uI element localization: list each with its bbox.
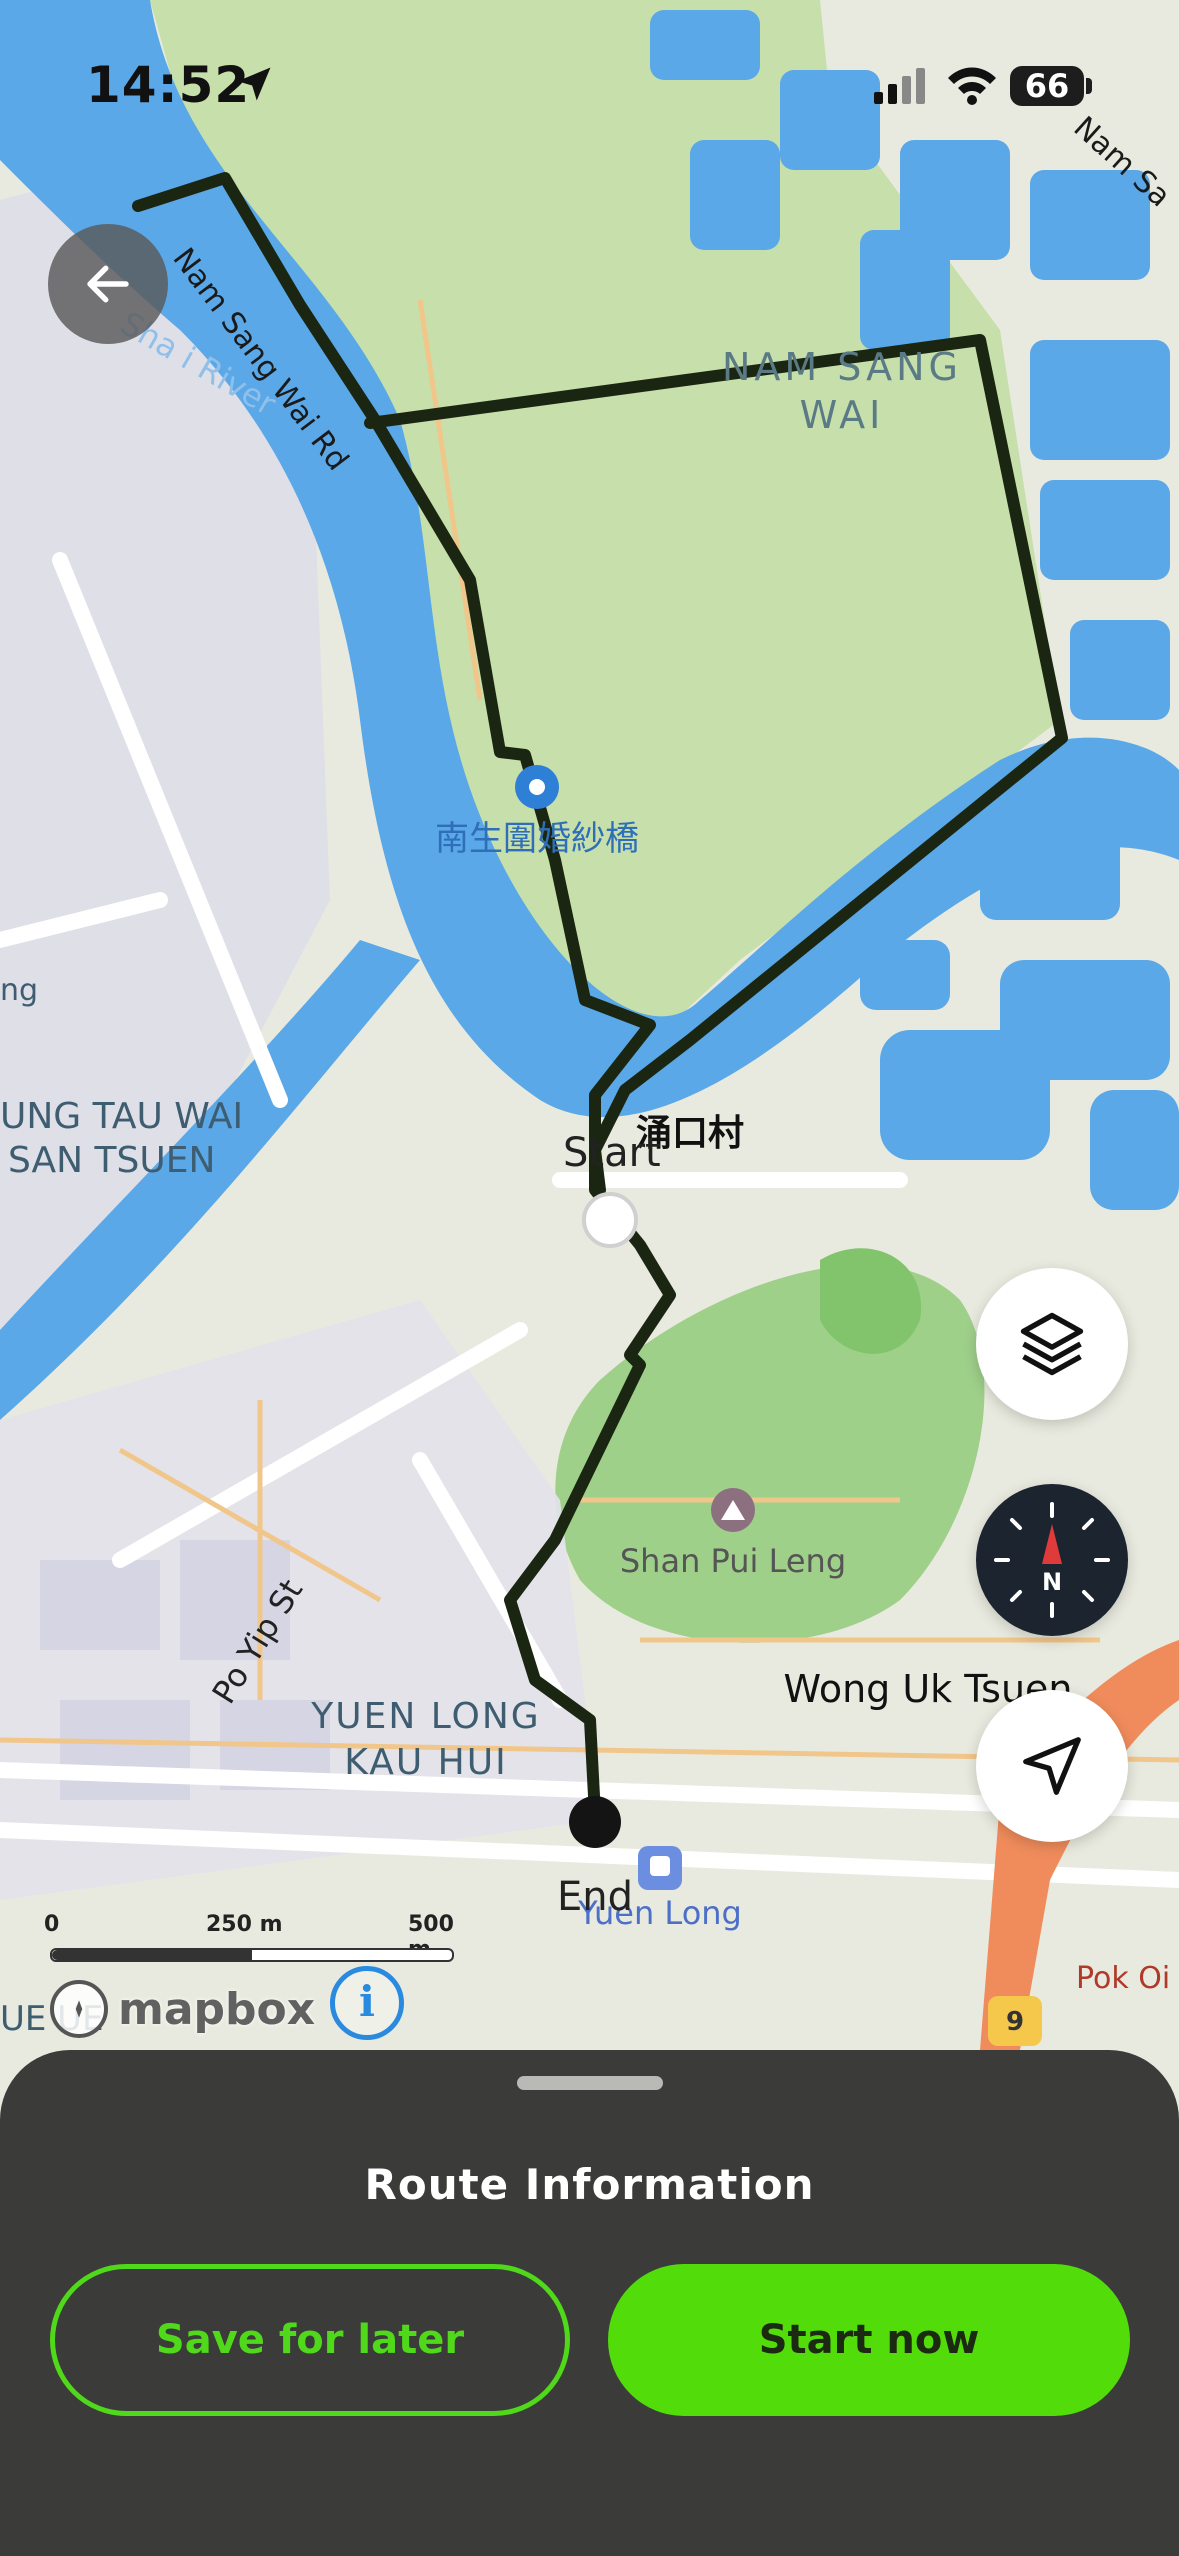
scale-label-0: 0 [44, 1912, 60, 1937]
label-pok-oi: Pok Oi [1076, 1961, 1170, 1996]
mapbox-logo-icon [50, 1980, 108, 2038]
compass-icon: N [994, 1502, 1110, 1618]
end-label: End [557, 1874, 633, 1920]
wifi-icon [948, 67, 996, 105]
route-shield-number: 9 [1006, 2007, 1024, 2037]
label-bridge: 南生圍婚紗橋 [435, 819, 639, 859]
status-time: 14:52 [86, 56, 251, 114]
navigation-arrow-icon [1023, 1737, 1081, 1795]
compass-letter: N [1042, 1568, 1062, 1596]
layers-icon [1020, 1312, 1084, 1376]
location-arrow-icon [237, 67, 271, 101]
label-tung-tau-wai-2: SAN TSUEN [8, 1140, 215, 1181]
status-bar: 14:52 66 [0, 0, 1179, 170]
layers-button[interactable] [976, 1268, 1128, 1420]
start-now-button[interactable]: Start now [608, 2264, 1130, 2416]
mapbox-logo[interactable]: mapbox [50, 1976, 315, 2042]
label-tung-tau-wai-1: UNG TAU WAI [0, 1096, 243, 1137]
label-yuen-long-kau-hui-2: KAU HUI [344, 1742, 507, 1783]
recenter-button[interactable] [976, 1690, 1128, 1842]
battery-tip [1086, 78, 1092, 94]
start-label: Start [563, 1130, 661, 1176]
battery-indicator: 66 [1010, 66, 1084, 106]
end-marker[interactable] [569, 1796, 621, 1848]
cellular-signal-icon [874, 68, 925, 104]
sheet-drag-handle[interactable] [517, 2076, 663, 2090]
label-shan-pui-leng: Shan Pui Leng [620, 1542, 846, 1580]
route-info-sheet: Route Information Save for later Start n… [0, 2050, 1179, 2556]
back-arrow-icon [87, 265, 129, 303]
scale-bar: 0 250 m 500 m [44, 1912, 464, 1972]
scale-label-250: 250 m [206, 1912, 283, 1937]
label-yuen-long-kau-hui-1: YUEN LONG [310, 1696, 540, 1737]
start-marker[interactable] [582, 1192, 638, 1248]
label-nam-sang-wai-2: WAI [800, 393, 885, 437]
mapbox-logo-text: mapbox [118, 1983, 316, 2035]
attribution-info-button[interactable]: i [330, 1966, 404, 2040]
label-left-edge: ng [0, 973, 38, 1008]
back-button[interactable] [48, 224, 168, 344]
label-nam-sang-wai-1: NAM SANG [722, 345, 962, 389]
scale-bar-fill [52, 1950, 252, 1960]
compass-button[interactable]: N [976, 1484, 1128, 1636]
save-for-later-button[interactable]: Save for later [50, 2264, 570, 2416]
sheet-title: Route Information [364, 2160, 815, 2209]
